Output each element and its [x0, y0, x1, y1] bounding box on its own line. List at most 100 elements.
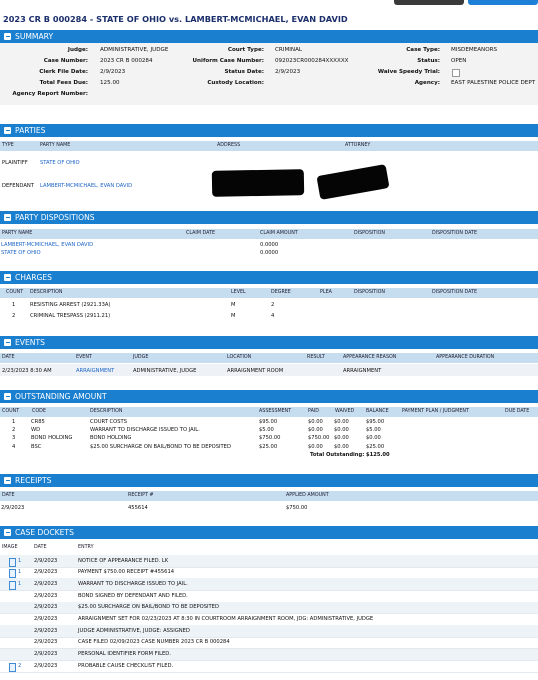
outstanding-paid: $0.00 [308, 427, 323, 434]
waive-speedy-label: Waive Speedy Trial: [377, 69, 440, 75]
outstanding-assess: $95.00 [259, 419, 278, 425]
section-party-dispositions-header[interactable]: PARTY DISPOSITIONS [0, 211, 538, 224]
party-name-link[interactable]: STATE OF OHIO [40, 160, 80, 166]
col-header: APPEARANCE DURATION [436, 355, 495, 360]
collapse-icon[interactable] [4, 33, 11, 40]
table-row: 1 CR85 COURT COSTS $95.00 $0.00 $0.00 $95.00 [0, 419, 538, 427]
col-header: DESCRIPTION [30, 290, 63, 295]
event-link[interactable]: ARRAIGNMENT [76, 368, 114, 374]
section-charges-header[interactable]: CHARGES [0, 271, 538, 284]
top-button-blue[interactable] [468, 0, 538, 5]
docket-date: 2/9/2023 [34, 639, 58, 646]
collapse-icon[interactable] [4, 214, 11, 221]
charge-degree: 4 [271, 313, 275, 319]
charge-description: CRIMINAL TRESPASS (2911.21) [30, 313, 111, 319]
section-events-header[interactable]: EVENTS [0, 336, 538, 349]
outstanding-count: 1 [12, 419, 16, 425]
collapse-icon[interactable] [4, 127, 11, 134]
docket-date: 2/9/2023 [34, 557, 58, 564]
col-header: COUNT [2, 409, 20, 414]
section-title: PARTY DISPOSITIONS [15, 213, 95, 222]
col-header: ATTORNEY [345, 143, 371, 148]
charge-level: M [231, 302, 236, 308]
total-fees-value: 125.00 [100, 80, 120, 86]
docket-date: 2/9/2023 [34, 569, 58, 576]
col-header: PAID [308, 409, 319, 414]
col-header: DESCRIPTION [90, 409, 123, 414]
section-title: PARTIES [15, 126, 46, 135]
collapse-icon[interactable] [4, 339, 11, 346]
collapse-icon[interactable] [4, 477, 11, 484]
docket-entry: BOND SIGNED BY DEFENDANT AND FILED. [78, 592, 188, 599]
receipt-amount: $750.00 [286, 505, 308, 511]
col-header: DUE DATE [505, 409, 530, 414]
summary-panel: Judge: ADMINISTRATIVE, JUDGE Case Number… [0, 43, 538, 105]
docket-row: 1 2/9/2023 NOTICE OF APPEARANCE FILED. LK [0, 555, 538, 568]
docket-entry: PROBABLE CAUSE CHECKLIST FILED. [78, 662, 174, 669]
collapse-icon[interactable] [4, 393, 11, 400]
outstanding-code: BSC [31, 443, 42, 450]
event-reason: ARRAIGNMENT [343, 368, 382, 374]
court-type-label: Court Type: [227, 47, 264, 53]
section-summary-header[interactable]: SUMMARY [0, 30, 538, 43]
status-date-label: Status Date: [224, 69, 264, 75]
outstanding-assess: $750.00 [259, 435, 281, 442]
parties-table-header: TYPE PARTY NAME ADDRESS ATTORNEY [0, 141, 538, 151]
docket-image-number[interactable]: 1 [18, 581, 21, 587]
charge-count: 1 [12, 302, 16, 308]
section-dockets-header[interactable]: CASE DOCKETS [0, 526, 538, 539]
docket-date: 2/9/2023 [34, 592, 58, 599]
party-name-link[interactable]: STATE OF OHIO [1, 250, 41, 256]
charges-table-header: COUNT DESCRIPTION LEVEL DEGREE PLEA DISP… [0, 288, 538, 298]
outstanding-count: 4 [12, 443, 16, 450]
col-header: CLAIM AMOUNT [260, 231, 298, 236]
col-header: ADDRESS [217, 143, 241, 148]
col-header: DEGREE [271, 290, 291, 295]
collapse-icon[interactable] [4, 529, 11, 536]
claim-amount: 0.0000 [260, 242, 279, 248]
party-name-link[interactable]: LAMBERT-MCMICHAEL, EVAN DAVID [1, 242, 93, 248]
col-header: LEVEL [231, 290, 246, 295]
col-header: DISPOSITION DATE [432, 231, 477, 236]
docket-image-number[interactable]: 1 [18, 569, 21, 575]
docket-entry: CASE FILED 02/09/2023 CASE NUMBER 2023 C… [78, 639, 230, 646]
docket-date: 2/9/2023 [34, 580, 58, 587]
status-label: Status: [417, 58, 440, 64]
document-icon[interactable] [9, 662, 16, 672]
section-receipts-header[interactable]: RECEIPTS [0, 474, 538, 487]
document-icon[interactable] [9, 580, 16, 590]
docket-entry: $25.00 SURCHARGE ON BAIL/BOND TO BE DEPO… [78, 604, 219, 611]
docket-image-number[interactable]: 1 [18, 558, 21, 564]
docket-date: 2/9/2023 [34, 651, 58, 658]
docket-row: 2/9/2023 BOND SIGNED BY DEFENDANT AND FIL… [0, 590, 538, 603]
outstanding-paid: $0.00 [308, 419, 323, 425]
party-dispositions-table-header: PARTY NAME CLAIM DATE CLAIM AMOUNT DISPO… [0, 229, 538, 239]
collapse-icon[interactable] [4, 274, 11, 281]
docket-row: 1 2/9/2023 WARRANT TO DISCHARGE ISSUED TO … [0, 578, 538, 591]
document-icon[interactable] [9, 557, 16, 567]
docket-entry: WARRANT TO DISCHARGE ISSUED TO JAIL. [78, 580, 188, 587]
col-header: BALANCE [366, 409, 389, 414]
document-icon[interactable] [9, 569, 16, 579]
uniform-case-label: Uniform Case Number: [192, 58, 265, 64]
receipt-number: 455614 [128, 505, 148, 511]
claim-amount: 0.0000 [260, 250, 279, 256]
col-header: DISPOSITION [354, 231, 385, 236]
waive-speedy-checkbox[interactable] [452, 69, 460, 77]
docket-row: 2/9/2023 ARRAIGNMENT SET FOR 02/23/2023 A… [0, 614, 538, 626]
outstanding-balance: $25.00 [366, 443, 385, 450]
party-type: DEFENDANT [2, 183, 34, 189]
docket-entry: ARRAIGNMENT SET FOR 02/23/2023 AT 8:30 I… [78, 616, 374, 622]
col-header: PARTY NAME [40, 143, 71, 148]
col-header: APPLIED AMOUNT [286, 493, 329, 498]
case-number-label: Case Number: [43, 58, 88, 64]
section-parties-header[interactable]: PARTIES [0, 124, 538, 137]
case-type-label: Case Type: [406, 47, 440, 53]
docket-image-number[interactable]: 2 [18, 663, 21, 669]
section-outstanding-header[interactable]: OUTSTANDING AMOUNT [0, 390, 538, 403]
party-name-link[interactable]: LAMBERT-MCMICHAEL, EVAN DAVID [40, 183, 132, 189]
outstanding-assess: $25.00 [259, 443, 278, 450]
top-button-dark[interactable] [394, 0, 464, 5]
clerk-file-date-label: Clerk File Date: [39, 69, 88, 75]
outstanding-assess: $5.00 [259, 427, 274, 434]
